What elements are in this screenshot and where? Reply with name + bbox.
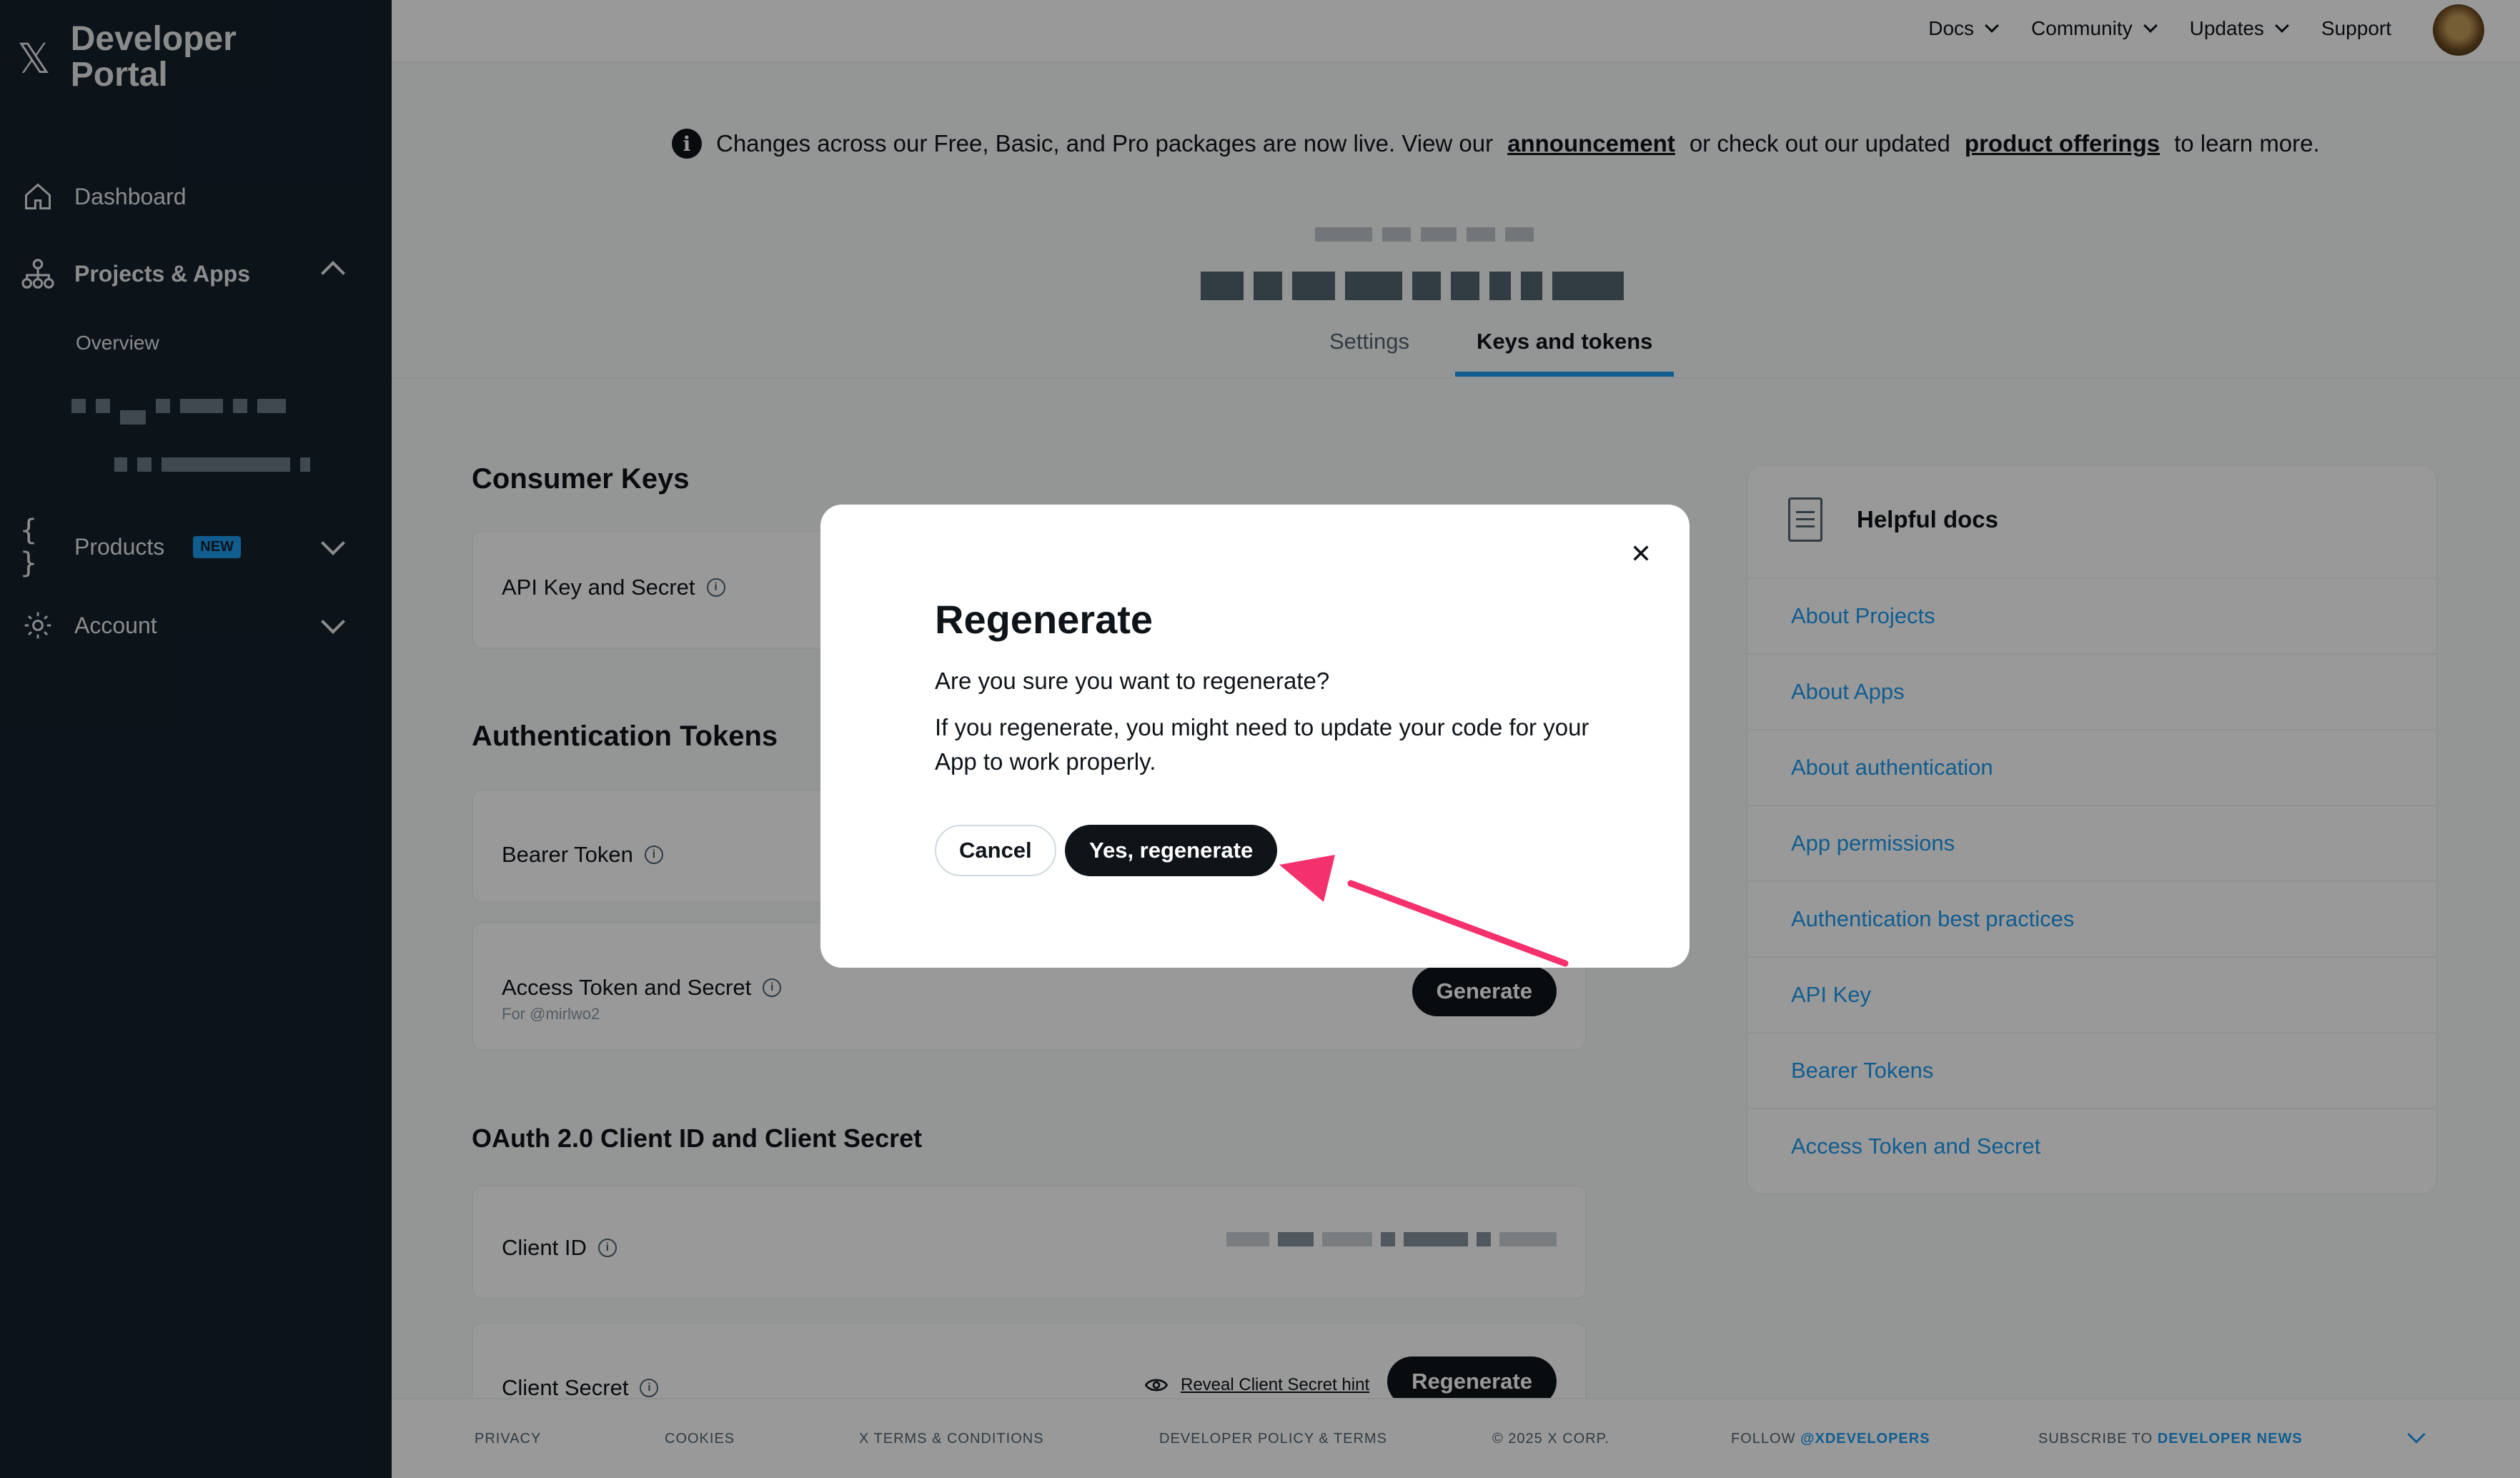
dialog-body: If you regenerate, you might need to upd… (935, 714, 1589, 775)
confirm-regenerate-button[interactable]: Yes, regenerate (1065, 825, 1278, 876)
dialog-title: Regenerate (935, 597, 1154, 642)
regenerate-dialog: Regenerate Are you sure you want to rege… (820, 505, 1690, 968)
close-icon[interactable] (1625, 537, 1657, 569)
cancel-button[interactable]: Cancel (935, 825, 1056, 876)
dialog-question: Are you sure you want to regenerate? (935, 668, 1330, 694)
